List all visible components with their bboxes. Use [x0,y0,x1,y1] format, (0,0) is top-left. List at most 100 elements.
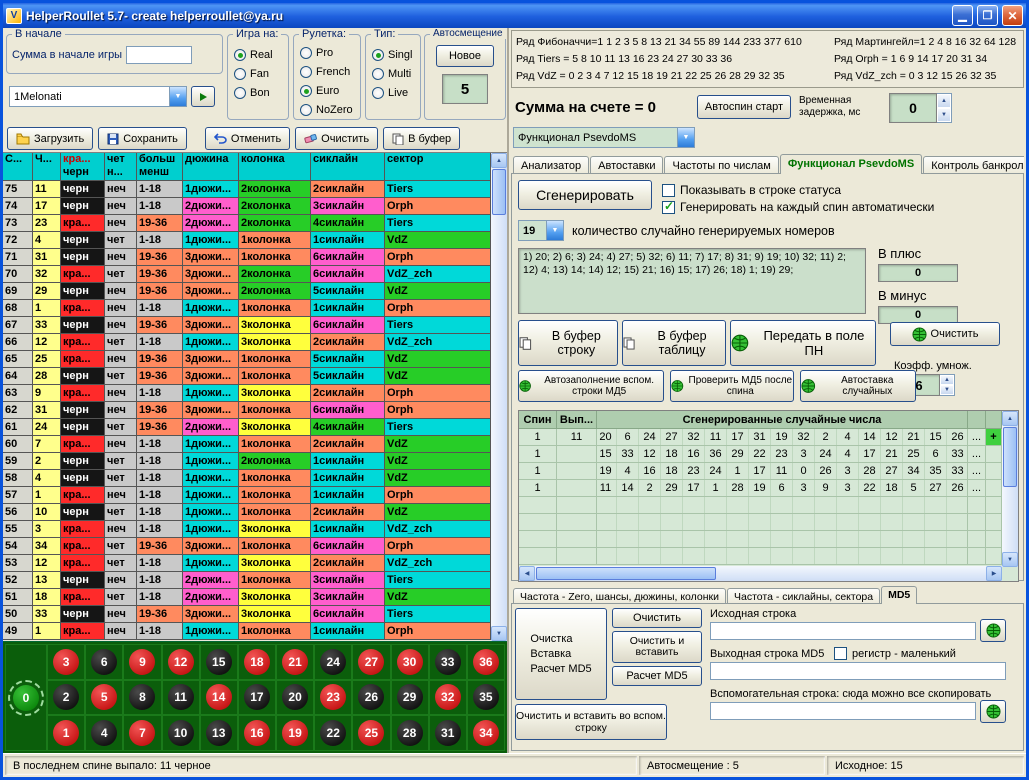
chevron-down-icon[interactable]: ▼ [546,221,563,240]
source-string-input[interactable] [710,622,976,640]
roulette-number[interactable]: 34 [473,720,499,746]
scrollbar-thumb[interactable] [1003,427,1017,487]
scroll-down-icon[interactable]: ▼ [1002,552,1018,567]
roulette-number[interactable]: 21 [282,649,308,675]
roulette-number[interactable]: 31 [435,720,461,746]
type-option-multi[interactable]: Multi [366,64,420,83]
roulette-number[interactable]: 10 [168,720,194,746]
delay-spinner[interactable]: 0 ▲ ▼ [889,93,952,123]
minimize-button[interactable]: ▁ [952,5,973,26]
scroll-up-icon[interactable]: ▲ [1002,411,1018,426]
to-buffer-button[interactable]: В буфер [383,127,460,150]
buffer-row-button[interactable]: В буфер строку [518,320,618,366]
tab-анализатор[interactable]: Анализатор [513,156,589,174]
game-option-real[interactable]: Real [228,45,288,64]
chevron-down-icon[interactable]: ▼ [169,87,186,106]
roulette-number[interactable]: 15 [206,649,232,675]
tab-частота-zero-шансы-дюжины-колонки[interactable]: Частота - Zero, шансы, дюжины, колонки [513,588,726,604]
roulette-number[interactable]: 27 [358,649,384,675]
roulette-number[interactable]: 4 [91,720,117,746]
roulette-number[interactable]: 33 [435,649,461,675]
roulette-number[interactable]: 23 [320,684,346,710]
auto-generate-checkbox[interactable]: Генерировать на каждый спин автоматическ… [662,200,934,214]
spinner-up-icon[interactable]: ▲ [937,94,951,108]
roulette-number[interactable]: 30 [397,649,423,675]
maximize-button[interactable]: ❐ [977,5,998,26]
roulette-number[interactable]: 25 [358,720,384,746]
check-md5-button[interactable]: Проверить МД5 после спина [670,370,794,402]
load-button[interactable]: Загрузить [7,127,93,150]
start-sum-input[interactable] [126,46,192,64]
md5-clear-paste-aux-button[interactable]: Очистить и вставить во вспом. строку [515,704,667,740]
undo-button[interactable]: Отменить [205,127,290,150]
roulette-number[interactable]: 32 [435,684,461,710]
type-option-live[interactable]: Live [366,83,420,102]
spinner-up-icon[interactable]: ▲ [940,375,954,385]
chevron-down-icon[interactable]: ▼ [677,128,694,147]
md5-clear-paste-button[interactable]: Очистить и вставить [612,631,702,663]
new-button[interactable]: Новое [436,45,494,67]
roulette-number[interactable]: 26 [358,684,384,710]
roulette-option-french[interactable]: French [294,62,360,81]
roulette-number[interactable]: 18 [244,649,270,675]
roulette-number[interactable]: 7 [129,720,155,746]
roulette-number[interactable]: 28 [397,720,423,746]
md5-big-button[interactable]: Очистка Вставка Расчет MD5 [515,608,607,700]
tab-автоставки[interactable]: Автоставки [590,156,663,174]
clear-button[interactable]: Очистить [295,127,378,150]
count-combobox[interactable]: 19 ▼ [518,220,564,241]
tab-частота-сиклайны-сектора[interactable]: Частота - сиклайны, сектора [727,588,880,604]
table-vertical-scrollbar[interactable]: ▲ ▼ [491,153,507,641]
scrollbar-thumb[interactable] [536,567,716,580]
tab-контроль-банкрол[interactable]: Контроль банкрол [923,156,1024,174]
roulette-number[interactable]: 14 [206,684,232,710]
source-globe-button[interactable] [980,619,1006,642]
roulette-number[interactable]: 22 [320,720,346,746]
md5-calc-button[interactable]: Расчет MD5 [612,666,702,686]
autospin-start-button[interactable]: Автоспин старт [697,95,791,119]
roulette-number[interactable]: 6 [91,649,117,675]
game-option-bon[interactable]: Bon [228,83,288,102]
type-option-singl[interactable]: Singl [366,45,420,64]
spinner-down-icon[interactable]: ▼ [940,385,954,395]
buffer-table-button[interactable]: В буфер таблицу [622,320,726,366]
output-string-input[interactable] [710,662,1006,680]
roulette-option-euro[interactable]: Euro [294,81,360,100]
roulette-number[interactable]: 9 [129,649,155,675]
scroll-up-icon[interactable]: ▲ [491,153,507,168]
title-bar[interactable]: V HelperRoullet 5.7- create helperroulle… [3,3,1026,28]
gen-table-horizontal-scrollbar[interactable]: ◀ ▶ [519,566,1002,581]
aux-globe-button[interactable] [980,700,1006,723]
generate-button[interactable]: Сгенерировать [518,180,652,210]
board-zero-cell[interactable]: 0 [5,644,47,751]
roulette-number[interactable]: 35 [473,684,499,710]
roulette-option-pro[interactable]: Pro [294,43,360,62]
roulette-number[interactable]: 20 [282,684,308,710]
autobet-random-button[interactable]: Автоставка случайных [800,370,916,402]
play-button[interactable] [191,86,215,107]
roulette-number[interactable]: 12 [168,649,194,675]
tab-md5[interactable]: MD5 [881,586,917,604]
roulette-number[interactable]: 13 [206,720,232,746]
roulette-number[interactable]: 1 [53,720,79,746]
roulette-number[interactable]: 11 [168,684,194,710]
scrollbar-thumb[interactable] [492,169,506,215]
mode-combobox[interactable]: Функционал PsevdoMS ▼ [513,127,695,148]
roulette-number-zero[interactable]: 0 [13,685,39,711]
show-in-status-checkbox[interactable]: Показывать в строке статуса [662,183,841,197]
scroll-down-icon[interactable]: ▼ [491,626,507,641]
roulette-number[interactable]: 24 [320,649,346,675]
roulette-number[interactable]: 8 [129,684,155,710]
aux-string-input[interactable] [710,702,976,720]
roulette-number[interactable]: 19 [282,720,308,746]
game-option-fan[interactable]: Fan [228,64,288,83]
roulette-number[interactable]: 17 [244,684,270,710]
tab-частоты-по-числам[interactable]: Частоты по числам [664,156,778,174]
roulette-number[interactable]: 36 [473,649,499,675]
autofill-md5-button[interactable]: Автозаполнение вспом. строки МД5 [518,370,664,402]
preset-combobox[interactable]: 1Melonati ▼ [9,86,187,107]
save-button[interactable]: Сохранить [98,127,187,150]
register-checkbox[interactable]: регистр - маленький [834,647,956,660]
generator-clear-button[interactable]: Очистить [890,322,1000,346]
generated-numbers-box[interactable]: 1) 20; 2) 6; 3) 24; 4) 27; 5) 32; 6) 11;… [518,248,866,314]
